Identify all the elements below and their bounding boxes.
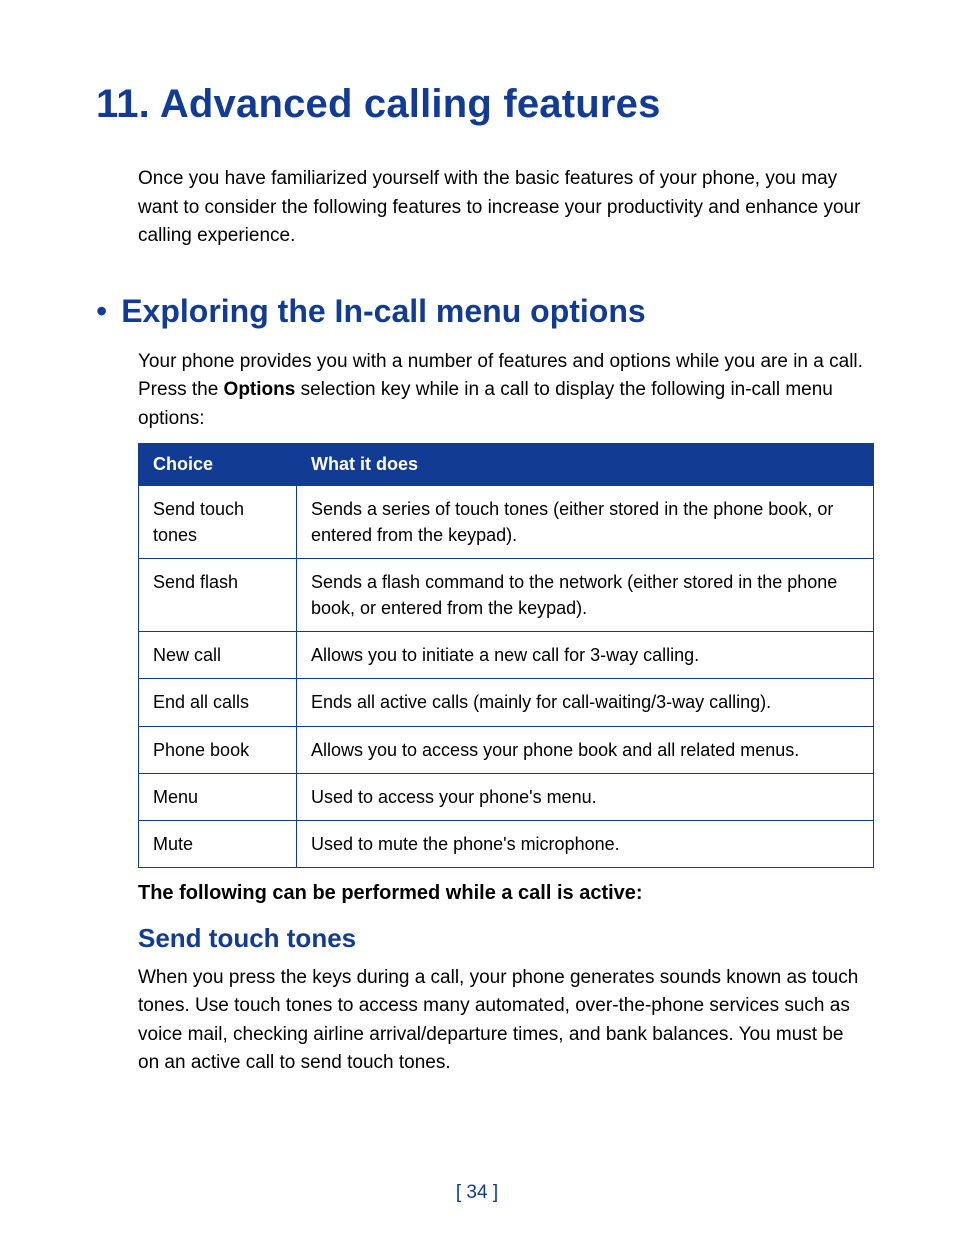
table-cell-desc: Allows you to initiate a new call for 3-… <box>297 632 874 679</box>
intro-paragraph: Once you have familiarized yourself with… <box>138 165 868 251</box>
table-cell-desc: Sends a series of touch tones (either st… <box>297 486 874 559</box>
bullet-icon: • <box>96 295 107 327</box>
table-row: End all calls Ends all active calls (mai… <box>139 679 874 726</box>
table-header-choice: Choice <box>139 444 297 486</box>
table-cell-choice: New call <box>139 632 297 679</box>
subheading: The following can be performed while a c… <box>138 882 868 905</box>
table-row: Send flash Sends a flash command to the … <box>139 559 874 632</box>
options-table: Choice What it does Send touch tones Sen… <box>138 443 874 868</box>
table-cell-choice: Mute <box>139 820 297 867</box>
table-cell-choice: Send touch tones <box>139 486 297 559</box>
section-title: Exploring the In-call menu options <box>121 293 645 330</box>
table-cell-desc: Sends a flash command to the network (ei… <box>297 559 874 632</box>
subsection-title: Send touch tones <box>138 923 868 954</box>
table-row: Send touch tones Sends a series of touch… <box>139 486 874 559</box>
table-cell-desc: Ends all active calls (mainly for call-w… <box>297 679 874 726</box>
table-header-desc: What it does <box>297 444 874 486</box>
subsection-body: When you press the keys during a call, y… <box>138 964 868 1078</box>
table-cell-desc: Used to access your phone's menu. <box>297 773 874 820</box>
page-content: 11. Advanced calling features Once you h… <box>0 0 954 1078</box>
section-heading-row: • Exploring the In-call menu options <box>96 293 868 330</box>
table-header-row: Choice What it does <box>139 444 874 486</box>
table-cell-choice: Send flash <box>139 559 297 632</box>
table-cell-choice: Menu <box>139 773 297 820</box>
table-cell-choice: Phone book <box>139 726 297 773</box>
chapter-title: 11. Advanced calling features <box>96 82 868 127</box>
table-cell-desc: Used to mute the phone's microphone. <box>297 820 874 867</box>
table-cell-desc: Allows you to access your phone book and… <box>297 726 874 773</box>
table-row: Mute Used to mute the phone's microphone… <box>139 820 874 867</box>
section-lead-bold: Options <box>224 379 296 400</box>
table-row: Phone book Allows you to access your pho… <box>139 726 874 773</box>
table-row: Menu Used to access your phone's menu. <box>139 773 874 820</box>
section-lead: Your phone provides you with a number of… <box>138 348 868 434</box>
table-row: New call Allows you to initiate a new ca… <box>139 632 874 679</box>
page-number: [ 34 ] <box>0 1182 954 1204</box>
table-cell-choice: End all calls <box>139 679 297 726</box>
